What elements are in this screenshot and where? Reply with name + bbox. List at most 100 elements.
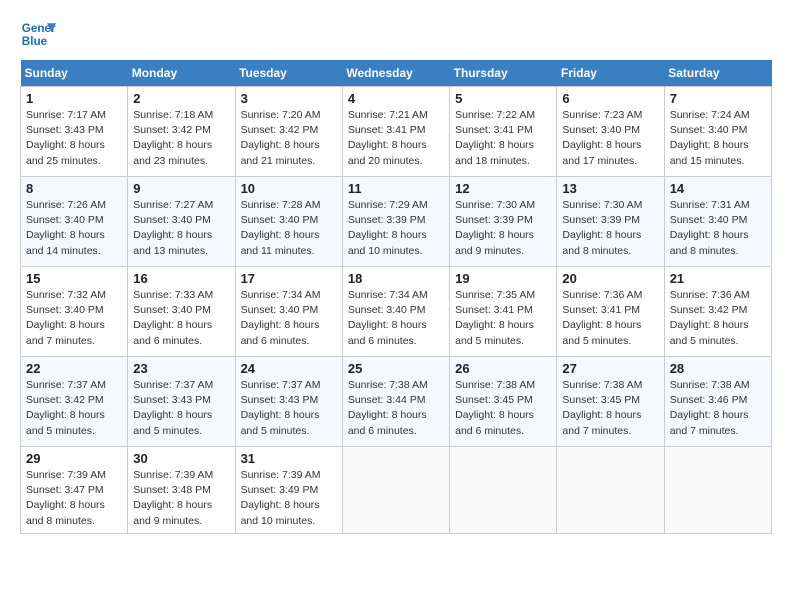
- calendar-cell: 12 Sunrise: 7:30 AMSunset: 3:39 PMDaylig…: [450, 177, 557, 267]
- day-info: Sunrise: 7:39 AMSunset: 3:49 PMDaylight:…: [241, 469, 321, 527]
- day-header-saturday: Saturday: [664, 60, 771, 87]
- calendar-cell: 9 Sunrise: 7:27 AMSunset: 3:40 PMDayligh…: [128, 177, 235, 267]
- day-number: 27: [562, 361, 658, 376]
- calendar-cell: 17 Sunrise: 7:34 AMSunset: 3:40 PMDaylig…: [235, 267, 342, 357]
- day-number: 15: [26, 271, 122, 286]
- day-number: 16: [133, 271, 229, 286]
- svg-text:Blue: Blue: [22, 35, 48, 48]
- day-info: Sunrise: 7:22 AMSunset: 3:41 PMDaylight:…: [455, 109, 535, 167]
- calendar-cell: [557, 447, 664, 534]
- calendar-cell: 3 Sunrise: 7:20 AMSunset: 3:42 PMDayligh…: [235, 87, 342, 177]
- day-info: Sunrise: 7:23 AMSunset: 3:40 PMDaylight:…: [562, 109, 642, 167]
- calendar-cell: 10 Sunrise: 7:28 AMSunset: 3:40 PMDaylig…: [235, 177, 342, 267]
- calendar-cell: 26 Sunrise: 7:38 AMSunset: 3:45 PMDaylig…: [450, 357, 557, 447]
- day-number: 3: [241, 91, 337, 106]
- calendar-cell: 6 Sunrise: 7:23 AMSunset: 3:40 PMDayligh…: [557, 87, 664, 177]
- day-number: 9: [133, 181, 229, 196]
- day-number: 30: [133, 451, 229, 466]
- day-number: 25: [348, 361, 444, 376]
- header: General Blue: [20, 16, 772, 52]
- day-header-monday: Monday: [128, 60, 235, 87]
- calendar-cell: 13 Sunrise: 7:30 AMSunset: 3:39 PMDaylig…: [557, 177, 664, 267]
- calendar-week-3: 15 Sunrise: 7:32 AMSunset: 3:40 PMDaylig…: [21, 267, 772, 357]
- day-info: Sunrise: 7:38 AMSunset: 3:45 PMDaylight:…: [562, 379, 642, 437]
- day-info: Sunrise: 7:32 AMSunset: 3:40 PMDaylight:…: [26, 289, 106, 347]
- day-info: Sunrise: 7:38 AMSunset: 3:44 PMDaylight:…: [348, 379, 428, 437]
- calendar-cell: 11 Sunrise: 7:29 AMSunset: 3:39 PMDaylig…: [342, 177, 449, 267]
- day-number: 19: [455, 271, 551, 286]
- calendar-cell: 8 Sunrise: 7:26 AMSunset: 3:40 PMDayligh…: [21, 177, 128, 267]
- day-number: 24: [241, 361, 337, 376]
- day-number: 4: [348, 91, 444, 106]
- day-info: Sunrise: 7:34 AMSunset: 3:40 PMDaylight:…: [348, 289, 428, 347]
- calendar-cell: 4 Sunrise: 7:21 AMSunset: 3:41 PMDayligh…: [342, 87, 449, 177]
- day-info: Sunrise: 7:34 AMSunset: 3:40 PMDaylight:…: [241, 289, 321, 347]
- day-info: Sunrise: 7:37 AMSunset: 3:42 PMDaylight:…: [26, 379, 106, 437]
- day-number: 21: [670, 271, 766, 286]
- day-number: 14: [670, 181, 766, 196]
- day-info: Sunrise: 7:39 AMSunset: 3:47 PMDaylight:…: [26, 469, 106, 527]
- day-number: 18: [348, 271, 444, 286]
- day-header-thursday: Thursday: [450, 60, 557, 87]
- calendar-week-1: 1 Sunrise: 7:17 AMSunset: 3:43 PMDayligh…: [21, 87, 772, 177]
- calendar-cell: 5 Sunrise: 7:22 AMSunset: 3:41 PMDayligh…: [450, 87, 557, 177]
- day-header-friday: Friday: [557, 60, 664, 87]
- calendar-cell: 14 Sunrise: 7:31 AMSunset: 3:40 PMDaylig…: [664, 177, 771, 267]
- calendar-cell: 21 Sunrise: 7:36 AMSunset: 3:42 PMDaylig…: [664, 267, 771, 357]
- calendar-cell: 18 Sunrise: 7:34 AMSunset: 3:40 PMDaylig…: [342, 267, 449, 357]
- day-info: Sunrise: 7:37 AMSunset: 3:43 PMDaylight:…: [133, 379, 213, 437]
- day-info: Sunrise: 7:36 AMSunset: 3:41 PMDaylight:…: [562, 289, 642, 347]
- calendar-header-row: SundayMondayTuesdayWednesdayThursdayFrid…: [21, 60, 772, 87]
- calendar-cell: 30 Sunrise: 7:39 AMSunset: 3:48 PMDaylig…: [128, 447, 235, 534]
- calendar-cell: 16 Sunrise: 7:33 AMSunset: 3:40 PMDaylig…: [128, 267, 235, 357]
- day-info: Sunrise: 7:29 AMSunset: 3:39 PMDaylight:…: [348, 199, 428, 257]
- calendar-cell: 28 Sunrise: 7:38 AMSunset: 3:46 PMDaylig…: [664, 357, 771, 447]
- day-number: 12: [455, 181, 551, 196]
- day-number: 8: [26, 181, 122, 196]
- day-info: Sunrise: 7:27 AMSunset: 3:40 PMDaylight:…: [133, 199, 213, 257]
- day-number: 10: [241, 181, 337, 196]
- day-info: Sunrise: 7:21 AMSunset: 3:41 PMDaylight:…: [348, 109, 428, 167]
- calendar-table: SundayMondayTuesdayWednesdayThursdayFrid…: [20, 60, 772, 534]
- day-number: 20: [562, 271, 658, 286]
- calendar-cell: 1 Sunrise: 7:17 AMSunset: 3:43 PMDayligh…: [21, 87, 128, 177]
- day-info: Sunrise: 7:39 AMSunset: 3:48 PMDaylight:…: [133, 469, 213, 527]
- calendar-cell: [450, 447, 557, 534]
- day-info: Sunrise: 7:17 AMSunset: 3:43 PMDaylight:…: [26, 109, 106, 167]
- day-info: Sunrise: 7:20 AMSunset: 3:42 PMDaylight:…: [241, 109, 321, 167]
- calendar-week-2: 8 Sunrise: 7:26 AMSunset: 3:40 PMDayligh…: [21, 177, 772, 267]
- calendar-cell: 15 Sunrise: 7:32 AMSunset: 3:40 PMDaylig…: [21, 267, 128, 357]
- day-info: Sunrise: 7:33 AMSunset: 3:40 PMDaylight:…: [133, 289, 213, 347]
- day-number: 7: [670, 91, 766, 106]
- day-number: 5: [455, 91, 551, 106]
- calendar-cell: 29 Sunrise: 7:39 AMSunset: 3:47 PMDaylig…: [21, 447, 128, 534]
- calendar-cell: [342, 447, 449, 534]
- day-number: 28: [670, 361, 766, 376]
- logo-icon: General Blue: [20, 16, 56, 52]
- day-header-tuesday: Tuesday: [235, 60, 342, 87]
- calendar-cell: 23 Sunrise: 7:37 AMSunset: 3:43 PMDaylig…: [128, 357, 235, 447]
- day-number: 22: [26, 361, 122, 376]
- calendar-cell: 19 Sunrise: 7:35 AMSunset: 3:41 PMDaylig…: [450, 267, 557, 357]
- calendar-cell: 7 Sunrise: 7:24 AMSunset: 3:40 PMDayligh…: [664, 87, 771, 177]
- day-number: 11: [348, 181, 444, 196]
- day-number: 26: [455, 361, 551, 376]
- day-info: Sunrise: 7:38 AMSunset: 3:46 PMDaylight:…: [670, 379, 750, 437]
- day-number: 29: [26, 451, 122, 466]
- calendar-week-5: 29 Sunrise: 7:39 AMSunset: 3:47 PMDaylig…: [21, 447, 772, 534]
- calendar-cell: 22 Sunrise: 7:37 AMSunset: 3:42 PMDaylig…: [21, 357, 128, 447]
- day-info: Sunrise: 7:26 AMSunset: 3:40 PMDaylight:…: [26, 199, 106, 257]
- day-number: 2: [133, 91, 229, 106]
- calendar-cell: 25 Sunrise: 7:38 AMSunset: 3:44 PMDaylig…: [342, 357, 449, 447]
- day-info: Sunrise: 7:36 AMSunset: 3:42 PMDaylight:…: [670, 289, 750, 347]
- calendar-cell: 24 Sunrise: 7:37 AMSunset: 3:43 PMDaylig…: [235, 357, 342, 447]
- day-info: Sunrise: 7:37 AMSunset: 3:43 PMDaylight:…: [241, 379, 321, 437]
- day-info: Sunrise: 7:30 AMSunset: 3:39 PMDaylight:…: [562, 199, 642, 257]
- day-number: 6: [562, 91, 658, 106]
- day-info: Sunrise: 7:24 AMSunset: 3:40 PMDaylight:…: [670, 109, 750, 167]
- logo: General Blue: [20, 16, 56, 52]
- calendar-cell: 31 Sunrise: 7:39 AMSunset: 3:49 PMDaylig…: [235, 447, 342, 534]
- day-info: Sunrise: 7:38 AMSunset: 3:45 PMDaylight:…: [455, 379, 535, 437]
- day-info: Sunrise: 7:31 AMSunset: 3:40 PMDaylight:…: [670, 199, 750, 257]
- day-header-wednesday: Wednesday: [342, 60, 449, 87]
